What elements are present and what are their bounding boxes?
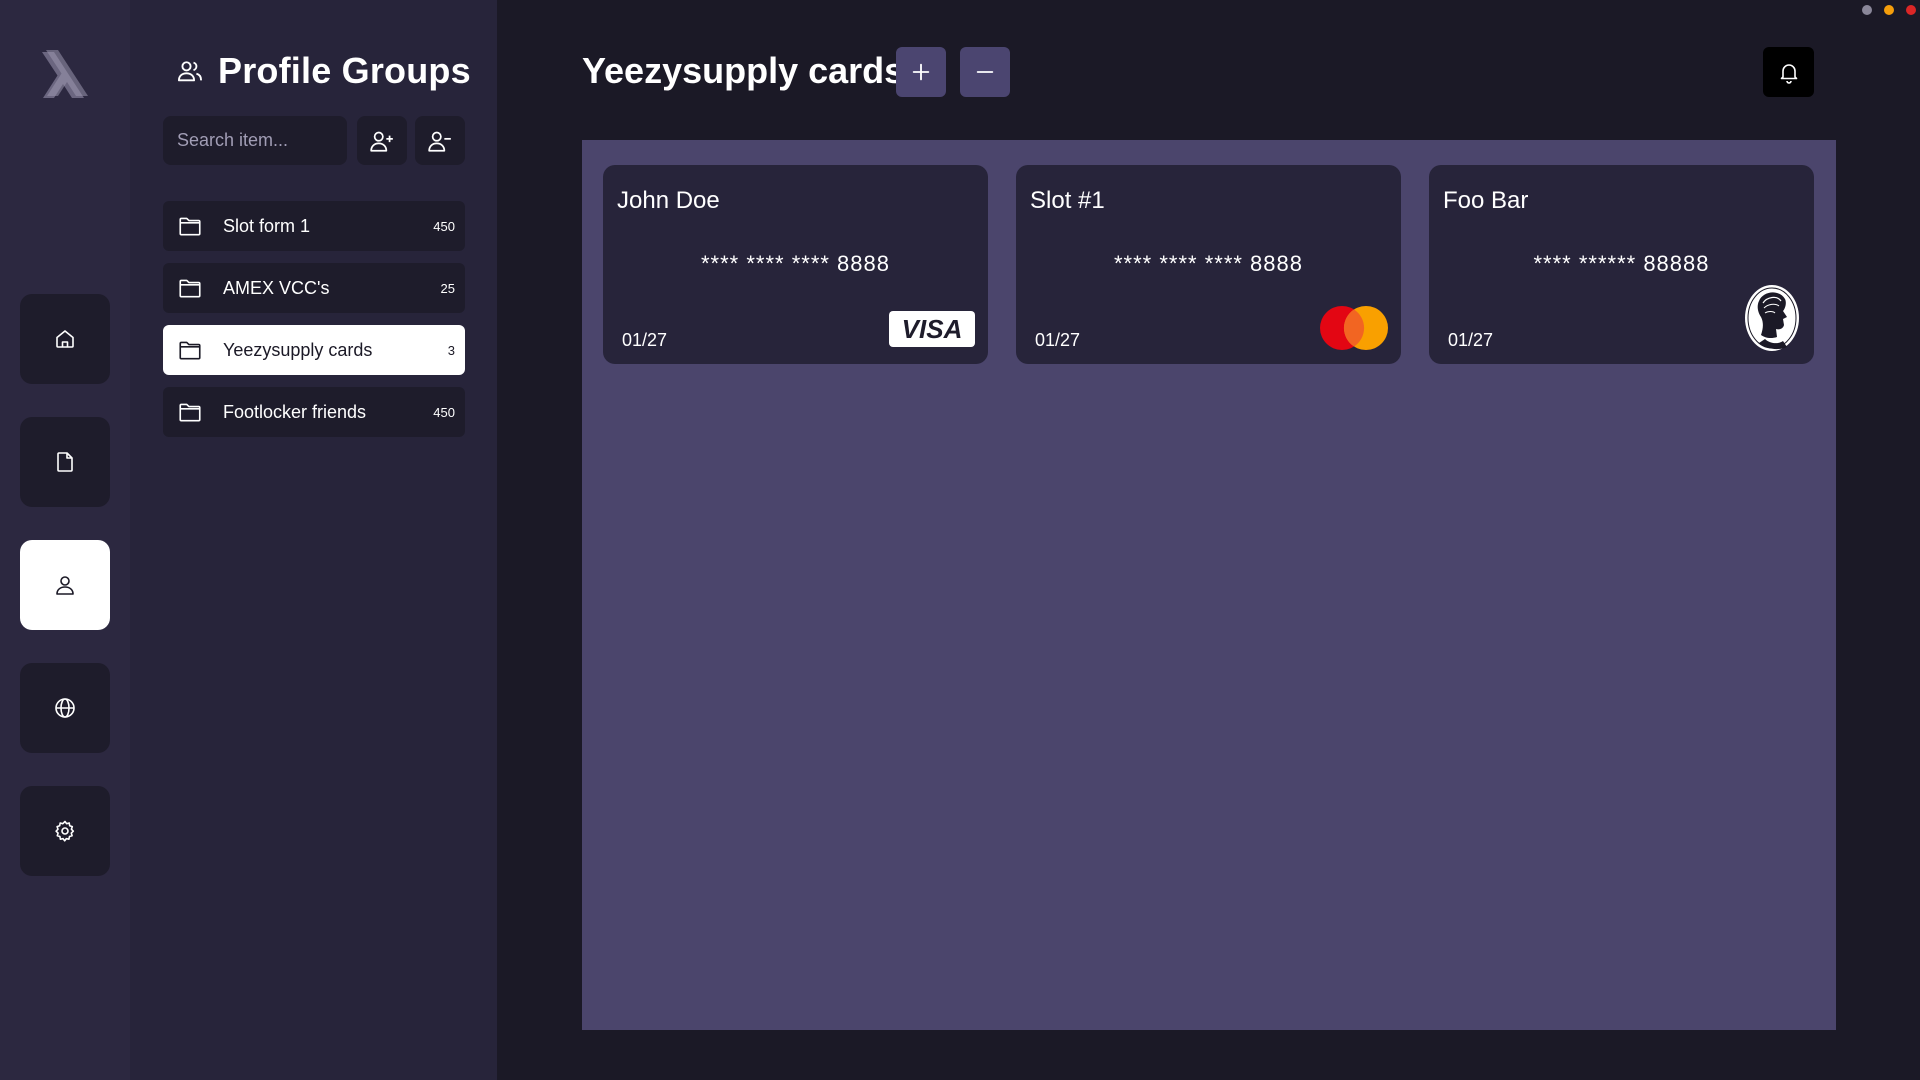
folder-icon [179,341,201,360]
remove-group-button[interactable] [415,116,465,165]
folder-icon [179,279,201,298]
plus-icon [912,63,930,81]
gear-icon [55,820,75,842]
rail-item-files[interactable] [20,417,110,507]
groups-header: Profile Groups [176,50,471,92]
page-title: Yeezysupply cards [582,50,905,91]
users-icon [177,61,203,82]
user-minus-icon [428,131,451,152]
add-group-button[interactable] [357,116,407,165]
window-controls [1862,5,1916,15]
user-plus-icon [370,131,393,152]
bell-icon [1780,64,1797,84]
card-expiry: 01/27 [622,330,668,350]
mastercard-logo [1319,305,1389,356]
notifications-button[interactable] [1763,47,1814,97]
user-icon [56,576,74,595]
card-number: **** ****** 88888 [1533,251,1710,276]
group-item[interactable]: Slot form 1 450 [163,201,465,251]
card-holder: John Doe [617,187,720,214]
group-count: 450 [433,404,455,420]
group-list: Slot form 1 450 AMEX VCC's 25 Yeezysuppl… [163,201,465,449]
group-count: 450 [433,218,455,234]
payment-card[interactable]: John Doe **** **** **** 8888 01/27 VISA [603,165,988,364]
card-expiry: 01/27 [1035,330,1081,350]
card-number: **** **** **** 8888 [700,251,891,276]
card-holder: Foo Bar [1443,187,1529,214]
group-count: 25 [440,280,455,296]
payment-card[interactable]: Foo Bar **** ****** 88888 01/27 [1429,165,1814,364]
remove-card-button[interactable] [960,47,1010,97]
folder-icon [179,403,201,422]
profile-groups-panel: Profile Groups Slot form 1 450 AMEX [130,0,497,1080]
groups-title: Profile Groups [218,50,471,91]
group-item[interactable]: AMEX VCC's 25 [163,263,465,313]
nav-rail [0,0,130,1080]
rail-item-settings[interactable] [20,786,110,876]
card-expiry: 01/27 [1448,330,1494,350]
close-dot[interactable] [1906,5,1916,15]
minus-icon [976,71,994,73]
group-label: AMEX VCC's [223,277,330,298]
folder-icon [179,217,201,236]
visa-logo: VISA [889,311,975,347]
group-label: Footlocker friends [223,401,367,422]
group-item-active[interactable]: Yeezysupply cards 3 [163,325,465,375]
maximize-dot[interactable] [1884,5,1894,15]
add-card-button[interactable] [896,47,946,97]
rail-item-proxies[interactable] [20,663,110,753]
group-count: 3 [447,342,455,358]
group-item[interactable]: Footlocker friends 450 [163,387,465,437]
rail-item-home[interactable] [20,294,110,384]
globe-icon [55,698,75,718]
card-holder: Slot #1 [1030,187,1105,214]
minimize-dot[interactable] [1862,5,1872,15]
group-label: Slot form 1 [223,215,311,236]
cards-area: John Doe **** **** **** 8888 01/27 VISA … [582,140,1836,1030]
rail-item-profiles[interactable] [20,540,110,630]
search-input[interactable] [163,116,347,165]
card-brand: VISA [901,313,963,344]
group-label: Yeezysupply cards [223,339,373,360]
file-icon [57,452,73,472]
payment-card[interactable]: Slot #1 **** **** **** 8888 01/27 [1016,165,1401,364]
home-icon [56,330,74,348]
amex-centurion-logo [1743,283,1801,358]
card-number: **** **** **** 8888 [1113,251,1304,276]
lambda-logo [36,44,92,104]
